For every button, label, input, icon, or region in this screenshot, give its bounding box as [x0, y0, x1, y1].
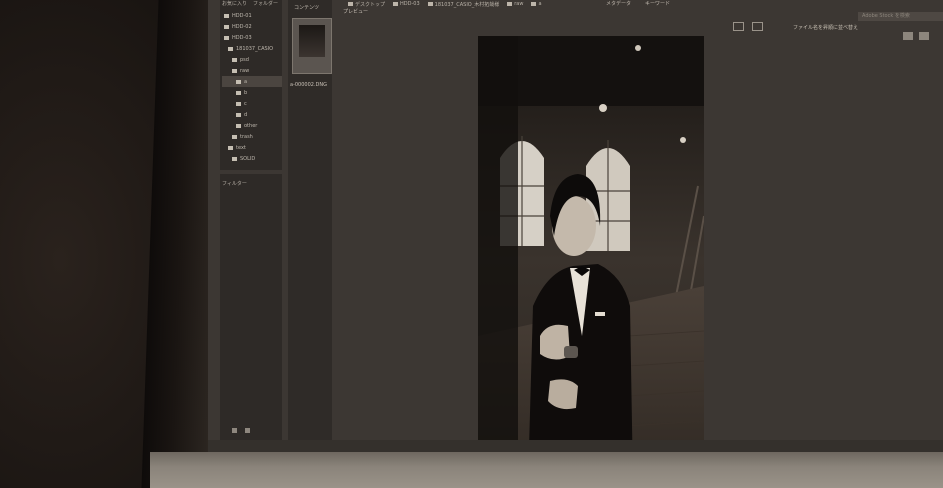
breadcrumb-item[interactable]: HDD-03 [393, 1, 420, 7]
folder-tree-item[interactable]: HDD-03 [222, 32, 282, 43]
folder-tree-item[interactable]: raw [222, 65, 282, 76]
folder-icon [232, 156, 237, 161]
folder-tree-item[interactable]: c [222, 98, 282, 109]
workspace-menu: メタデータ キーワード [606, 0, 670, 7]
tab-content[interactable]: コンテンツ [294, 4, 319, 11]
view-list-icon[interactable] [919, 32, 929, 40]
folders-panel-tabs: お気に入り フォルダー [222, 0, 278, 7]
menu-keywords[interactable]: キーワード [645, 0, 670, 7]
folder-tree-item[interactable]: text [222, 142, 282, 153]
folder-tree-item[interactable]: HDD-01 [222, 10, 282, 21]
folder-icon [507, 2, 513, 6]
folder-icon [224, 13, 229, 18]
view-grid-icon[interactable] [903, 32, 913, 40]
clear-filter-icon[interactable] [245, 428, 250, 433]
folder-icon [224, 35, 229, 40]
folder-icon [232, 134, 237, 139]
pin-icon[interactable] [232, 428, 237, 433]
folder-icon [224, 24, 229, 29]
folder-tree-item[interactable]: d [222, 109, 282, 120]
preview-image [478, 36, 704, 460]
folder-tree-item[interactable]: other [222, 120, 282, 131]
folder-icon [236, 123, 241, 128]
folder-tree-item[interactable]: 181037_CASIO [222, 43, 282, 54]
folder-icon [228, 46, 233, 51]
folder-icon [236, 90, 241, 95]
folder-tree-item[interactable]: trash [222, 131, 282, 142]
filter-icon[interactable] [752, 22, 763, 31]
folder-icon [236, 101, 241, 106]
view-switcher [903, 32, 929, 40]
folder-icon [427, 2, 433, 6]
breadcrumb-item[interactable]: デスクトップ [348, 1, 385, 8]
folder-icon [348, 2, 353, 6]
folder-icon [228, 145, 233, 150]
folder-icon [232, 57, 237, 62]
thumbnail-filename: a-000002.DNG [290, 82, 328, 88]
folder-tree-item[interactable]: psd [222, 54, 282, 65]
thumbnail[interactable] [292, 18, 332, 74]
rotate-icon[interactable] [733, 22, 744, 31]
tab-folders[interactable]: フォルダー [253, 0, 278, 7]
panel-footer [232, 428, 250, 433]
folder-icon [232, 68, 237, 73]
folder-tree-item-selected[interactable]: a [222, 76, 282, 87]
thumbnail-image [299, 25, 325, 57]
breadcrumb-item[interactable]: raw [507, 1, 523, 7]
filter-panel [220, 174, 282, 442]
search-input[interactable]: Adobe Stock を検索 [858, 12, 943, 21]
folder-tree-item[interactable]: b [222, 87, 282, 98]
tab-preview[interactable]: プレビュー [343, 8, 368, 15]
folder-icon [531, 2, 537, 6]
bridge-window: デスクトップ HDD-03 181037_CASIO_木村拓哉様 raw a メ… [208, 0, 943, 460]
folder-icon [236, 79, 241, 84]
breadcrumb-item[interactable]: 181037_CASIO_木村拓哉様 [427, 1, 499, 8]
tab-filter[interactable]: フィルター [222, 180, 247, 187]
menu-metadata[interactable]: メタデータ [606, 0, 631, 7]
folder-tree-item[interactable]: HDD-02 [222, 21, 282, 32]
monitor-bezel-bottom [150, 452, 943, 488]
tab-favorites[interactable]: お気に入り [222, 0, 247, 7]
folder-tree-item[interactable]: SOLID [222, 153, 282, 164]
breadcrumb-item[interactable]: a [531, 1, 542, 7]
folder-icon [393, 2, 399, 6]
sort-dropdown[interactable]: ファイル名を昇順に並べ替え [793, 24, 858, 31]
folder-icon [236, 112, 241, 117]
toolbar [733, 22, 763, 31]
folder-tree: HDD-01 HDD-02 HDD-03 181037_CASIO psd ra… [222, 10, 282, 164]
